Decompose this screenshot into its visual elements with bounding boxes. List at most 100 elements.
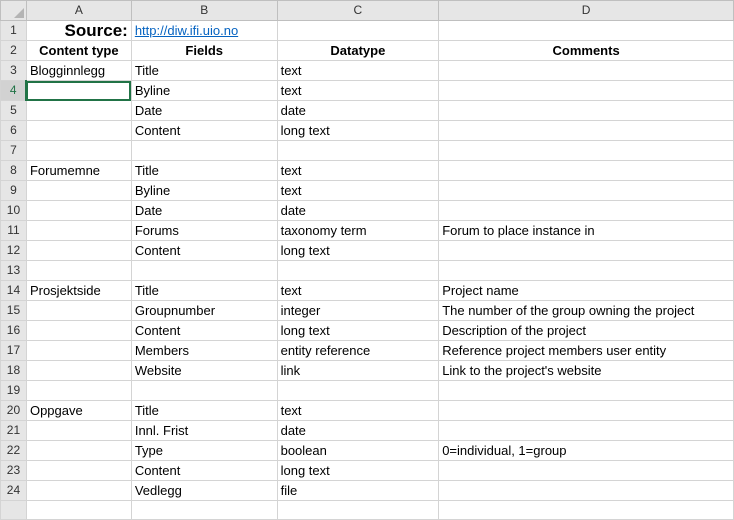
cell-b[interactable]: Members <box>130 340 278 361</box>
cell-c[interactable]: text <box>276 160 440 181</box>
cell-d[interactable] <box>438 80 734 101</box>
source-link[interactable]: http://diw.ifi.uio.no <box>135 23 238 38</box>
cell-a[interactable] <box>25 80 132 101</box>
cell-b[interactable]: Content <box>130 320 278 341</box>
cell-c[interactable] <box>276 380 440 401</box>
cell-d[interactable]: The number of the group owning the proje… <box>438 300 734 321</box>
cell-a[interactable] <box>25 240 132 261</box>
cell-a[interactable] <box>25 200 132 221</box>
row-header[interactable]: 16 <box>0 320 27 341</box>
cell-b[interactable]: Content <box>130 120 278 141</box>
column-header-d[interactable]: D <box>438 0 734 21</box>
cell-c[interactable]: text <box>276 180 440 201</box>
cell-d[interactable] <box>438 460 734 481</box>
cell-d[interactable] <box>438 60 734 81</box>
cell-a[interactable] <box>25 420 132 441</box>
cell-d[interactable] <box>438 400 734 421</box>
cell-b[interactable]: Forums <box>130 220 278 241</box>
cell-c[interactable]: date <box>276 420 440 441</box>
cell-d[interactable] <box>438 120 734 141</box>
header-comments[interactable]: Comments <box>438 40 734 61</box>
cell-c[interactable]: link <box>276 360 440 381</box>
cell-c[interactable]: long text <box>276 120 440 141</box>
row-header[interactable]: 18 <box>0 360 27 381</box>
source-url-cell[interactable]: http://diw.ifi.uio.no <box>130 20 278 41</box>
row-header[interactable]: 10 <box>0 200 27 221</box>
cell-b[interactable]: Title <box>130 160 278 181</box>
cell-c[interactable]: date <box>276 200 440 221</box>
cell-c[interactable]: entity reference <box>276 340 440 361</box>
cell-a[interactable] <box>25 300 132 321</box>
cell-b[interactable]: Date <box>130 100 278 121</box>
cell-a[interactable] <box>25 120 132 141</box>
column-header-c[interactable]: C <box>276 0 440 21</box>
cell-a[interactable] <box>25 260 132 281</box>
cell-b[interactable] <box>130 500 278 520</box>
cell-b[interactable]: Byline <box>130 180 278 201</box>
cell-c[interactable] <box>276 260 440 281</box>
cell-d[interactable]: Forum to place instance in <box>438 220 734 241</box>
cell-c[interactable]: long text <box>276 240 440 261</box>
cell[interactable] <box>438 20 734 41</box>
cell-a[interactable] <box>25 360 132 381</box>
row-header[interactable]: 17 <box>0 340 27 361</box>
cell-a[interactable]: Oppgave <box>25 400 132 421</box>
cell-d[interactable] <box>438 480 734 501</box>
cell-d[interactable] <box>438 260 734 281</box>
row-header[interactable]: 4 <box>0 80 28 101</box>
row-header[interactable]: 5 <box>0 100 27 121</box>
cell-b[interactable]: Date <box>130 200 278 221</box>
cell-c[interactable]: text <box>276 80 440 101</box>
cell-d[interactable] <box>438 100 734 121</box>
cell-c[interactable]: text <box>276 60 440 81</box>
cell-b[interactable]: Title <box>130 280 278 301</box>
cell-c[interactable]: file <box>276 480 440 501</box>
cell[interactable] <box>276 20 440 41</box>
cell-c[interactable]: text <box>276 400 440 421</box>
cell-c[interactable]: integer <box>276 300 440 321</box>
cell-d[interactable] <box>438 160 734 181</box>
cell-a[interactable] <box>25 440 132 461</box>
cell-b[interactable]: Title <box>130 400 278 421</box>
cell-a[interactable] <box>25 480 132 501</box>
row-header[interactable]: 21 <box>0 420 27 441</box>
row-header[interactable]: 13 <box>0 260 27 281</box>
cell-b[interactable]: Groupnumber <box>130 300 278 321</box>
row-header[interactable] <box>0 500 27 520</box>
cell-d[interactable] <box>438 380 734 401</box>
row-header[interactable]: 15 <box>0 300 27 321</box>
row-header[interactable]: 8 <box>0 160 27 181</box>
cell-c[interactable]: long text <box>276 320 440 341</box>
cell-b[interactable] <box>130 380 278 401</box>
row-header[interactable]: 3 <box>0 60 27 81</box>
cell-d[interactable]: 0=individual, 1=group <box>438 440 734 461</box>
cell-c[interactable]: text <box>276 280 440 301</box>
cell-d[interactable] <box>438 200 734 221</box>
cell-b[interactable]: Vedlegg <box>130 480 278 501</box>
cell-a[interactable]: Forumemne <box>25 160 132 181</box>
row-header[interactable]: 14 <box>0 280 27 301</box>
cell-a[interactable] <box>25 180 132 201</box>
cell-b[interactable] <box>130 140 278 161</box>
cell-a[interactable] <box>25 100 132 121</box>
cell-a[interactable] <box>25 220 132 241</box>
cell-a[interactable]: Prosjektside <box>25 280 132 301</box>
cell-d[interactable]: Description of the project <box>438 320 734 341</box>
cell-b[interactable]: Content <box>130 240 278 261</box>
cell-b[interactable]: Content <box>130 460 278 481</box>
row-header[interactable]: 2 <box>0 40 27 61</box>
cell-a[interactable] <box>25 320 132 341</box>
cell-a[interactable] <box>25 380 132 401</box>
cell-b[interactable]: Byline <box>130 80 278 101</box>
cell-c[interactable]: taxonomy term <box>276 220 440 241</box>
cell-c[interactable]: boolean <box>276 440 440 461</box>
cell-a[interactable] <box>25 340 132 361</box>
cell-d[interactable]: Reference project members user entity <box>438 340 734 361</box>
row-header[interactable]: 12 <box>0 240 27 261</box>
cell-d[interactable] <box>438 180 734 201</box>
column-header-a[interactable]: A <box>25 0 132 21</box>
cell-c[interactable] <box>276 140 440 161</box>
row-header[interactable]: 20 <box>0 400 27 421</box>
row-header[interactable]: 9 <box>0 180 27 201</box>
cell-d[interactable] <box>438 500 734 520</box>
